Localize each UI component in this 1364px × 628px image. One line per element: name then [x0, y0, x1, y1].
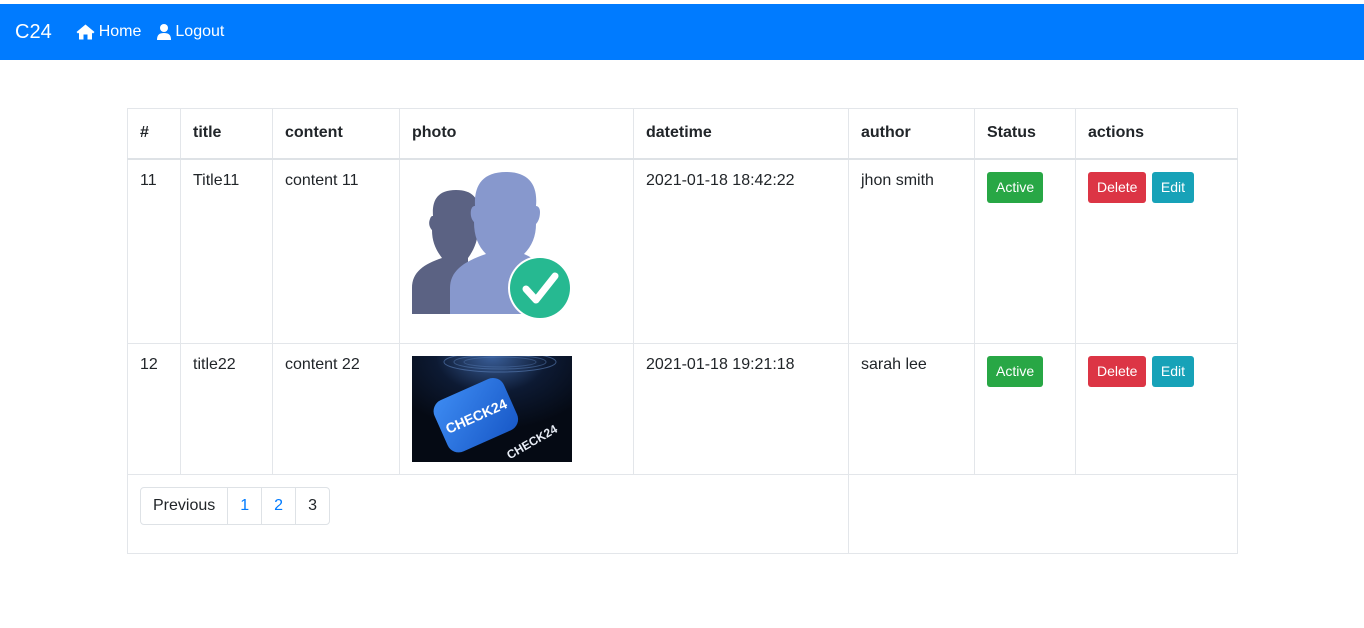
edit-button[interactable]: Edit — [1151, 356, 1195, 387]
cell-title: Title11 — [180, 158, 273, 344]
table-row: 11 Title11 content 11 2021-01-18 18:42:2… — [127, 158, 1238, 344]
header-status: Status — [974, 108, 1076, 160]
posts-table: # title content photo datetime author St… — [127, 108, 1238, 554]
cell-id: 11 — [127, 158, 181, 344]
header-photo: photo — [399, 108, 634, 160]
delete-button[interactable]: Delete — [1088, 171, 1147, 203]
cell-title: title22 — [180, 343, 273, 475]
cell-actions: Delete Edit — [1075, 158, 1238, 344]
users-check-icon — [412, 171, 572, 320]
status-active-button[interactable]: Active — [987, 171, 1044, 203]
header-datetime: datetime — [633, 108, 849, 160]
header-id: # — [127, 108, 181, 160]
pagination-row: Previous 1 2 3 — [127, 474, 1238, 554]
pagination-page-1[interactable]: 1 — [227, 488, 261, 524]
header-content: content — [272, 108, 400, 160]
delete-button[interactable]: Delete — [1088, 356, 1147, 387]
status-active-button[interactable]: Active — [987, 356, 1044, 387]
table-header-row: # title content photo datetime author St… — [127, 108, 1238, 160]
cell-id: 12 — [127, 343, 181, 475]
nav-logout-link[interactable]: Logout — [157, 23, 224, 41]
edit-button[interactable]: Edit — [1151, 171, 1195, 203]
nav-home-label: Home — [98, 23, 142, 40]
cell-author: sarah lee — [848, 343, 975, 475]
cell-actions: Delete Edit — [1075, 343, 1238, 475]
cell-status: Active — [974, 343, 1076, 475]
header-title: title — [180, 108, 273, 160]
pagination-page-2[interactable]: 2 — [261, 488, 295, 524]
cell-photo: CHECK24 CHECK24 — [399, 343, 634, 475]
cell-photo — [399, 158, 634, 344]
pagination: Previous 1 2 3 — [140, 487, 330, 525]
cell-content: content 11 — [272, 158, 400, 344]
check24-logo: CHECK24 CHECK24 — [412, 356, 572, 462]
header-actions: actions — [1075, 108, 1238, 160]
cell-datetime: 2021-01-18 19:21:18 — [633, 343, 849, 475]
cell-content: content 22 — [272, 343, 400, 475]
pagination-previous[interactable]: Previous — [141, 488, 227, 524]
cell-author: jhon smith — [848, 158, 975, 344]
header-author: author — [848, 108, 975, 160]
empty-cell — [848, 474, 1238, 554]
posts-table-container: # title content photo datetime author St… — [127, 108, 1238, 554]
cell-status: Active — [974, 158, 1076, 344]
nav-logout-label: Logout — [175, 23, 225, 40]
cell-datetime: 2021-01-18 18:42:22 — [633, 158, 849, 344]
top-navbar: C24 Home Logout — [0, 4, 1364, 60]
nav-home-link[interactable]: Home — [76, 23, 142, 41]
pagination-page-3[interactable]: 3 — [295, 488, 329, 524]
pagination-cell: Previous 1 2 3 — [127, 474, 849, 554]
navbar-brand[interactable]: C24 — [15, 21, 52, 44]
table-row: 12 title22 content 22 CHECK24 CHECK24 20… — [127, 343, 1238, 475]
home-icon — [76, 24, 95, 40]
user-icon — [157, 24, 172, 40]
